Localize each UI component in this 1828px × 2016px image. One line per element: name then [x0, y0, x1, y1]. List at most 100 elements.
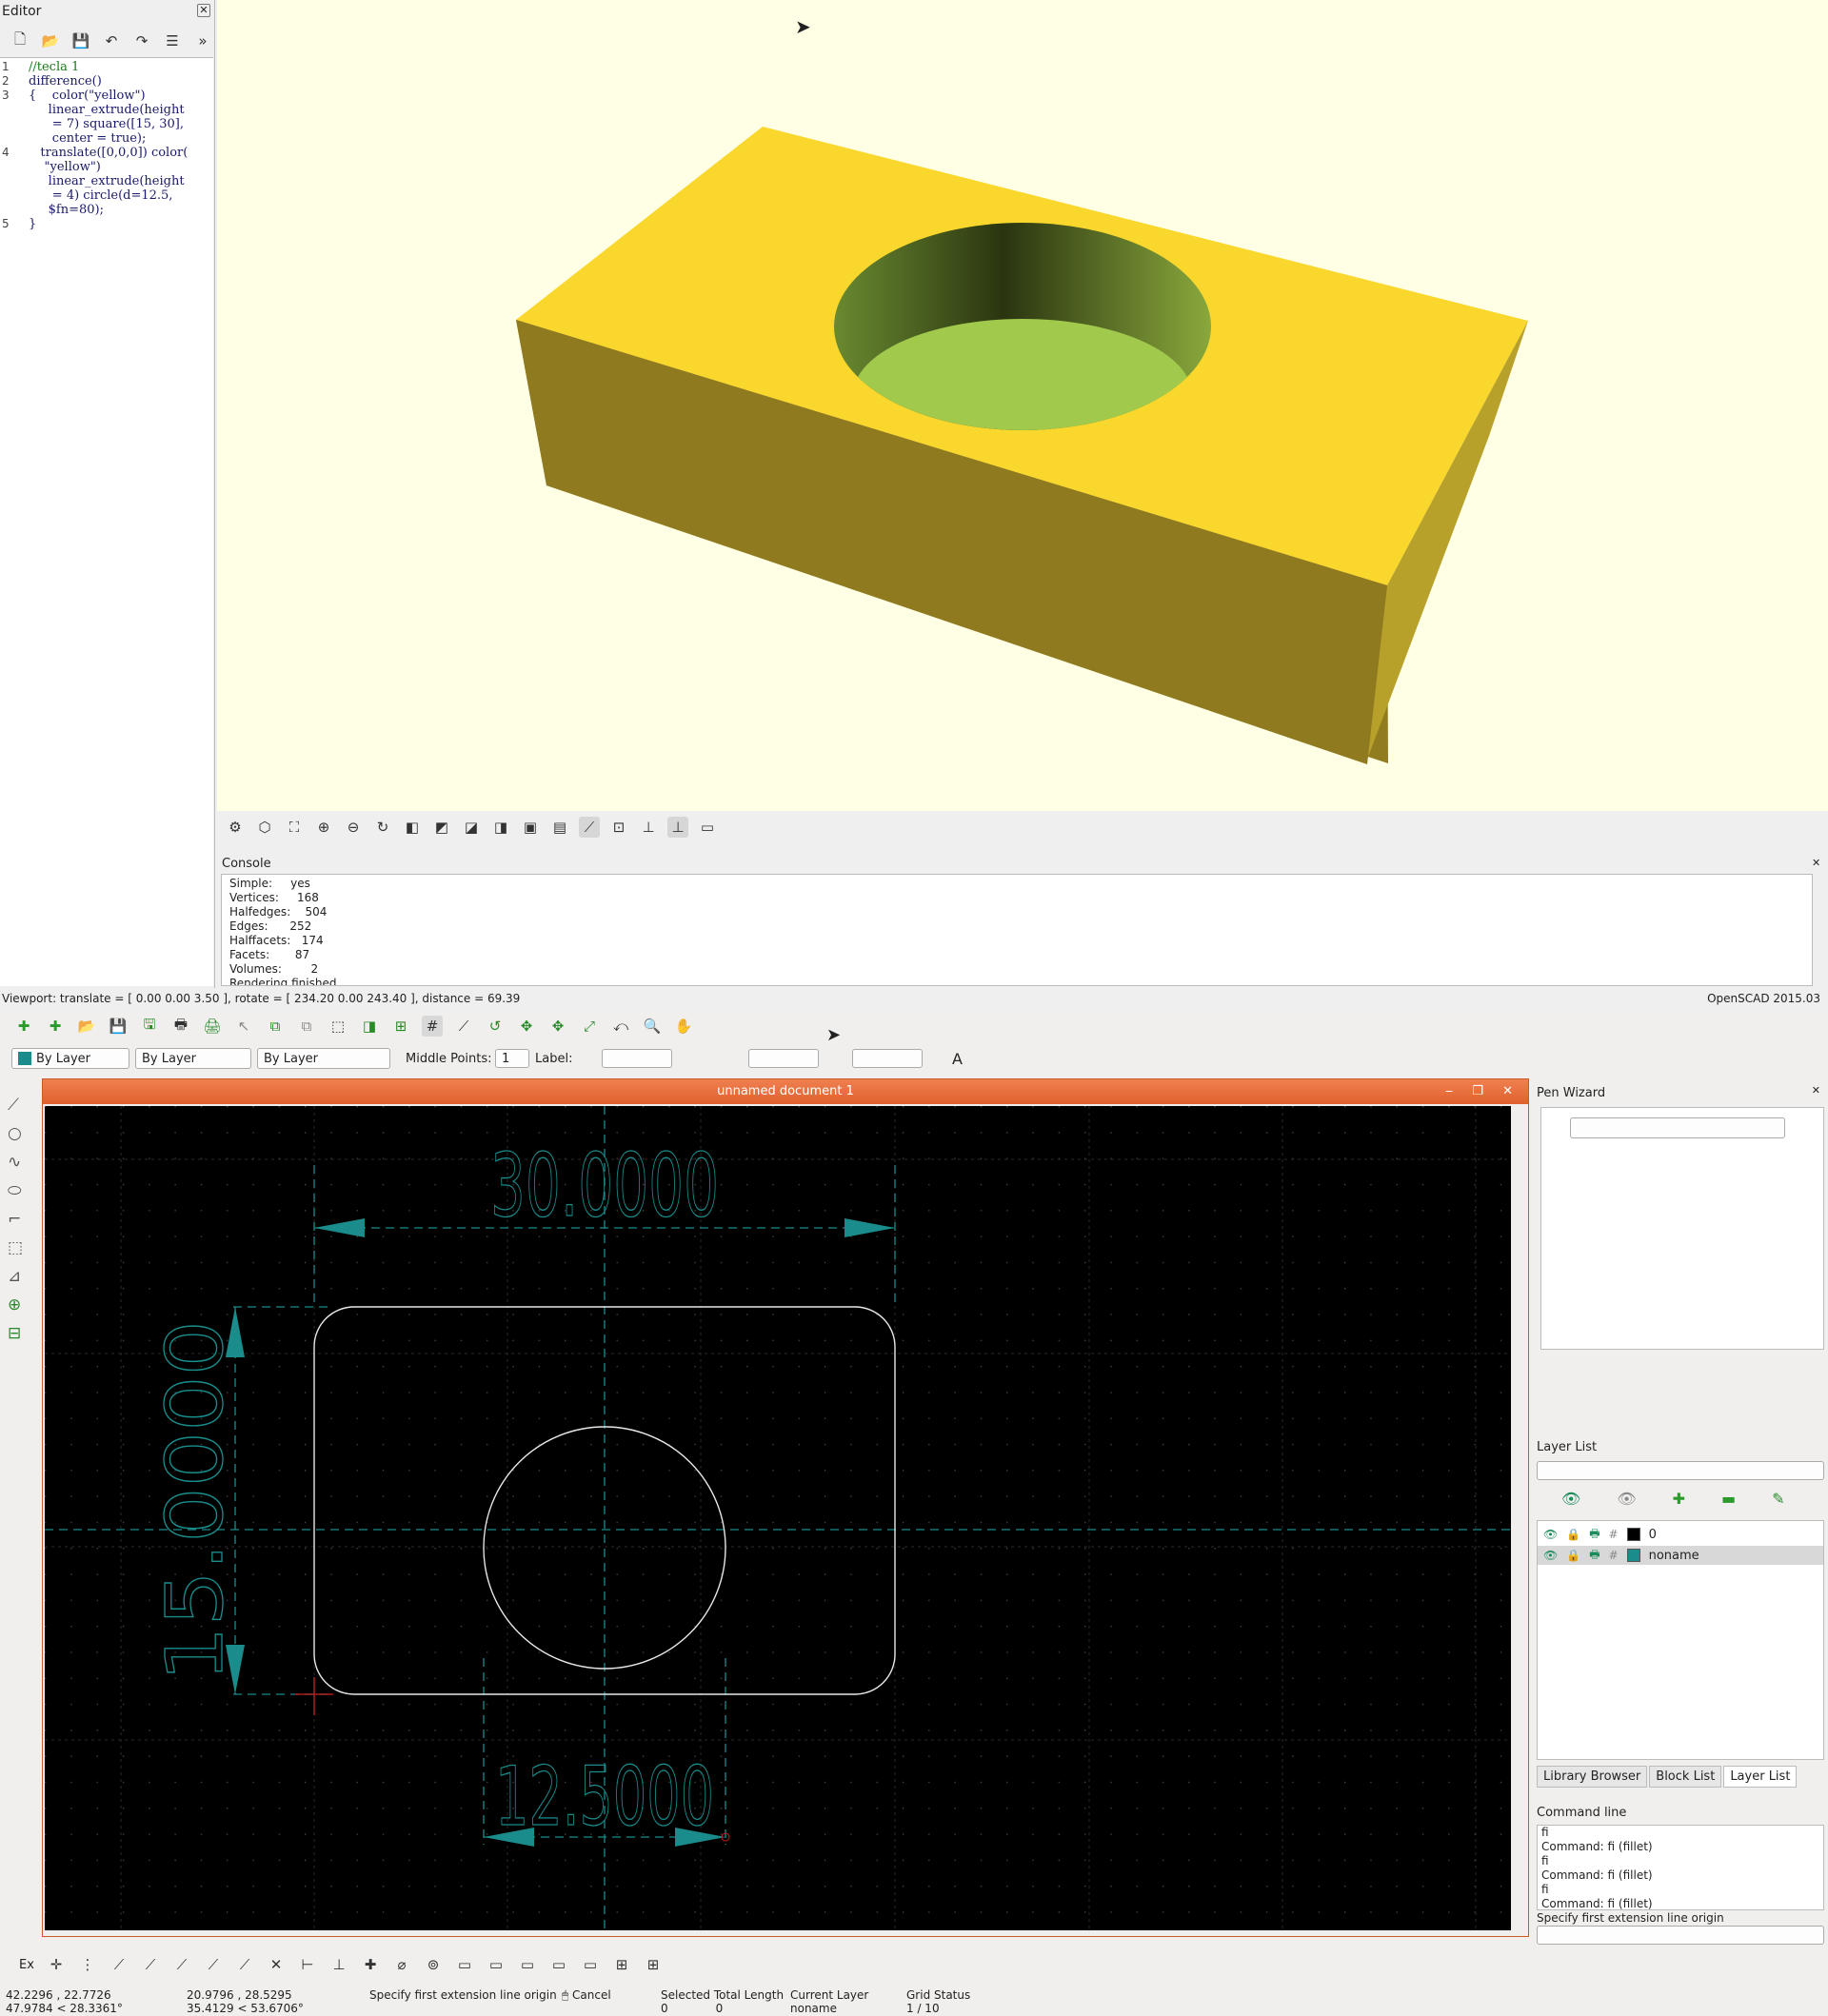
snap-distance-icon[interactable]: ⟋ — [234, 1954, 255, 1975]
command-input[interactable] — [1537, 1926, 1824, 1945]
zoom-out-icon[interactable]: ✥ — [547, 1016, 568, 1037]
view-1-icon[interactable]: ▭ — [454, 1954, 475, 1975]
orthogonal-icon[interactable]: ⊡ — [608, 817, 629, 838]
snap-center-icon[interactable]: ⟋ — [171, 1954, 192, 1975]
add-layer-icon[interactable]: ✚ — [1673, 1490, 1685, 1508]
render-icon[interactable]: ⬡ — [254, 817, 275, 838]
new-template-icon[interactable]: ✚ — [45, 1016, 66, 1037]
redraw-icon[interactable]: ↺ — [485, 1016, 506, 1037]
grid-icon[interactable]: # — [422, 1016, 443, 1037]
zoom-auto-icon[interactable]: ⤢ — [579, 1016, 600, 1037]
save-as-icon[interactable]: 🖫 — [139, 1016, 160, 1037]
tab-layer-list[interactable]: Layer List — [1723, 1766, 1798, 1788]
snap-middle-icon[interactable]: ⟋ — [203, 1954, 224, 1975]
dock-close-icon[interactable]: ✕ — [1812, 1084, 1820, 1097]
print-preview-icon[interactable]: 🖨 — [202, 1016, 223, 1037]
zoom-in-icon[interactable]: ⊕ — [313, 817, 334, 838]
block-icon[interactable]: ◨ — [359, 1016, 380, 1037]
palette-select[interactable] — [1570, 1117, 1785, 1138]
snap-entity-icon[interactable]: ⟋ — [140, 1954, 161, 1975]
view-left-icon[interactable]: ◨ — [490, 817, 511, 838]
show-scale-icon[interactable]: ⊥ — [667, 817, 688, 838]
show-all-layers-icon[interactable]: 👁 — [1561, 1490, 1580, 1508]
view-3-icon[interactable]: ▭ — [517, 1954, 538, 1975]
layer-filter-input[interactable] — [1537, 1461, 1824, 1480]
code-editor[interactable]: 1 //tecla 1 2 difference() 3 { color("yellow"… — [0, 57, 213, 986]
paste-icon[interactable]: ⧉ — [296, 1016, 317, 1037]
pen-type-select[interactable]: By Layer — [257, 1048, 390, 1069]
show-edges-icon[interactable]: ▭ — [697, 817, 718, 838]
edit-layer-icon[interactable]: ✎ — [1772, 1490, 1784, 1508]
view-front-icon[interactable]: ▣ — [520, 817, 541, 838]
view-5-icon[interactable]: ▭ — [580, 1954, 601, 1975]
indent-icon[interactable]: ☰ — [162, 30, 183, 51]
tab-library-browser[interactable]: Library Browser — [1537, 1766, 1648, 1788]
snap-grid-icon[interactable]: ⋮ — [77, 1954, 98, 1975]
drawing-canvas[interactable]: 30.0000 15.0000 12.5000 — [45, 1106, 1511, 1930]
pen-width-select[interactable]: By Layer — [135, 1048, 251, 1069]
construction-icon[interactable]: # — [1609, 1549, 1619, 1562]
save-icon[interactable]: 💾 — [70, 30, 91, 51]
console-close-icon[interactable]: ✕ — [1812, 857, 1820, 869]
open-icon[interactable]: 📂 — [76, 1016, 97, 1037]
dimension-tool-icon[interactable]: ⊿ — [8, 1267, 32, 1286]
reset-view-icon[interactable]: ↻ — [372, 817, 393, 838]
ellipse-tool-icon[interactable]: ⬭ — [8, 1181, 32, 1200]
more-icon[interactable]: » — [192, 30, 213, 51]
cut-icon[interactable]: ⬚ — [328, 1016, 348, 1037]
close-icon[interactable]: ✕ — [197, 4, 210, 17]
snap-free-icon[interactable]: ✛ — [46, 1954, 67, 1975]
add-block-icon[interactable]: ⊞ — [611, 1954, 632, 1975]
printer-icon[interactable]: 🖶 — [1589, 1546, 1600, 1566]
printer-icon[interactable]: 🖶 — [1589, 1525, 1600, 1545]
pen-color-select[interactable]: By Layer — [11, 1048, 129, 1069]
restrict-ortho-icon[interactable]: ✚ — [360, 1954, 381, 1975]
zoom-previous-icon[interactable]: ⤺ — [610, 1016, 631, 1037]
lock-icon[interactable]: 🔒 — [1566, 1528, 1580, 1541]
view-top-icon[interactable]: ◩ — [431, 817, 452, 838]
view-4-icon[interactable]: ▭ — [548, 1954, 569, 1975]
label-input-2[interactable] — [748, 1049, 819, 1068]
restrict-horizontal-icon[interactable]: ⊢ — [297, 1954, 318, 1975]
text-icon[interactable]: A — [952, 1050, 963, 1068]
status-cancel[interactable]: 🖱 Cancel — [562, 1988, 611, 2002]
modify-tool-icon[interactable]: ⊕ — [8, 1295, 32, 1314]
draft-icon[interactable]: ⟋ — [453, 1016, 474, 1037]
lock-icon[interactable]: 🔒 — [1566, 1549, 1580, 1562]
relative-zero-icon[interactable]: ⌀ — [391, 1954, 412, 1975]
view-right-icon[interactable]: ◧ — [402, 817, 423, 838]
undo-icon[interactable]: ↶ — [101, 30, 122, 51]
show-axes-icon[interactable]: ⊥ — [638, 817, 659, 838]
hide-all-layers-icon[interactable]: 👁 — [1617, 1490, 1636, 1508]
visible-eye-icon[interactable]: 👁 — [1543, 1549, 1558, 1562]
copy-icon[interactable]: ⧉ — [265, 1016, 286, 1037]
label-input[interactable] — [602, 1049, 672, 1068]
remove-layer-icon[interactable]: ▬ — [1721, 1490, 1736, 1508]
circle-tool-icon[interactable]: ○ — [8, 1124, 32, 1143]
new-icon[interactable]: ✚ — [13, 1016, 34, 1037]
select-tool-icon[interactable]: ⬚ — [8, 1238, 32, 1257]
zoom-window-icon[interactable]: 🔍 — [642, 1016, 663, 1037]
polyline-tool-icon[interactable]: ⌐ — [8, 1210, 32, 1229]
view-2-icon[interactable]: ▭ — [486, 1954, 507, 1975]
visible-eye-icon[interactable]: 👁 — [1543, 1528, 1558, 1541]
layer-row[interactable]: 👁 🔒 🖶 # noname — [1538, 1546, 1823, 1565]
redo-icon[interactable]: ↷ — [131, 30, 152, 51]
snap-intersection-icon[interactable]: ✕ — [266, 1954, 287, 1975]
zoom-in-icon[interactable]: ✥ — [516, 1016, 537, 1037]
zoom-pan-icon[interactable]: ✋ — [673, 1016, 694, 1037]
label-input-3[interactable] — [852, 1049, 923, 1068]
layer-row[interactable]: 👁 🔒 🖶 #0 — [1538, 1525, 1823, 1544]
curve-tool-icon[interactable]: ∿ — [8, 1153, 32, 1172]
lock-zero-icon[interactable]: ⊚ — [423, 1954, 444, 1975]
middle-points-spinbox[interactable]: 1 — [495, 1049, 529, 1068]
new-file-icon[interactable]: 🗋 — [10, 30, 30, 51]
view-bottom-icon[interactable]: ◪ — [461, 817, 482, 838]
open-folder-icon[interactable]: 📂 — [40, 30, 61, 51]
line-tool-icon[interactable]: ⟋ — [8, 1096, 32, 1115]
tab-block-list[interactable]: Block List — [1649, 1766, 1722, 1788]
info-tool-icon[interactable]: ⊟ — [8, 1324, 32, 1343]
3d-viewport[interactable]: ➤ — [217, 0, 1828, 811]
save-icon[interactable]: 💾 — [108, 1016, 129, 1037]
zoom-out-icon[interactable]: ⊖ — [343, 817, 364, 838]
